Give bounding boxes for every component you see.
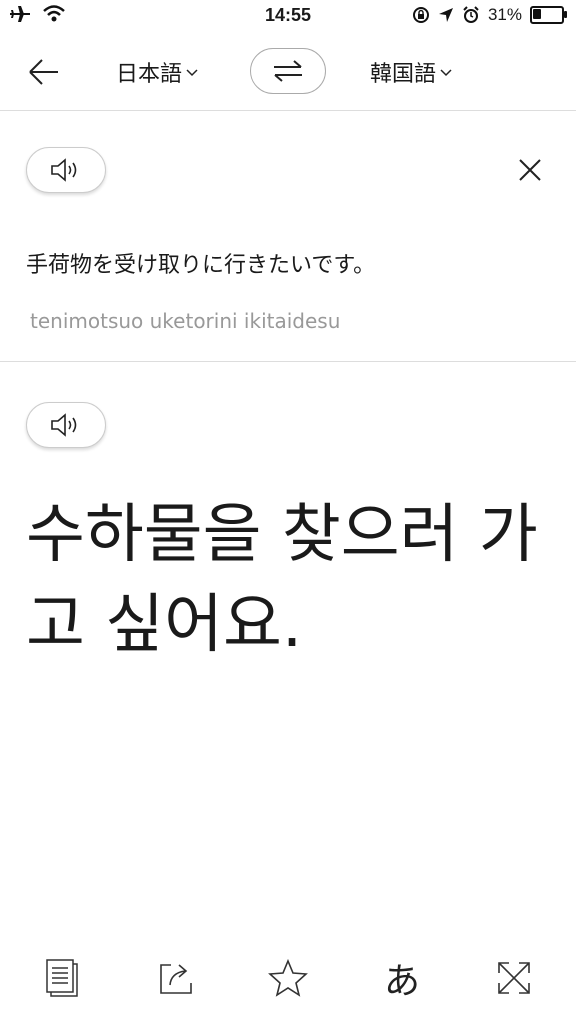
source-text: 手荷物を受け取りに行きたいです。: [26, 253, 376, 278]
hiragana-label: あ: [383, 961, 420, 1002]
location-icon: [438, 8, 453, 22]
target-language-label: 韓国語: [370, 62, 437, 87]
status-right: 31%: [412, 5, 567, 25]
copy-document-icon: [46, 959, 78, 997]
rotation-lock-icon: [412, 7, 429, 23]
swap-languages-button[interactable]: [250, 48, 326, 94]
battery-level: [533, 9, 541, 19]
target-language-selector[interactable]: 韓国語: [370, 56, 452, 88]
battery-icon: [530, 6, 567, 24]
copy-button[interactable]: [40, 956, 84, 1000]
chevron-down-icon: [440, 69, 452, 77]
hiragana-button[interactable]: あ: [380, 956, 424, 1002]
source-language-label: 日本語: [116, 62, 183, 87]
translation-text: 수하물을 찾으러 가고 싶어요.: [26, 498, 538, 662]
back-arrow-icon[interactable]: [24, 52, 64, 92]
source-panel: 手荷物を受け取りに行きたいです。 tenimotsuo uketorini ik…: [0, 111, 576, 362]
swap-icon: [274, 60, 302, 82]
fullscreen-button[interactable]: [492, 956, 536, 1000]
expand-icon: [498, 962, 530, 994]
speaker-icon: [51, 413, 77, 437]
chevron-down-icon: [186, 69, 198, 77]
favorite-button[interactable]: [266, 956, 310, 1000]
source-language-selector[interactable]: 日本語: [116, 56, 198, 88]
status-bar: 14:55 31%: [0, 0, 576, 34]
language-toolbar: 日本語 韓国語: [0, 34, 576, 111]
speaker-icon: [51, 158, 77, 182]
translation-speak-button[interactable]: [26, 402, 106, 448]
battery-percent: 31%: [487, 5, 522, 24]
star-icon: [268, 959, 308, 997]
share-icon: [160, 964, 192, 994]
translation-panel: 수하물을 찾으러 가고 싶어요.: [0, 362, 576, 942]
close-icon[interactable]: [516, 156, 544, 184]
alarm-icon: [463, 6, 479, 23]
source-speak-button[interactable]: [26, 147, 106, 193]
bottom-toolbar: あ: [0, 938, 576, 1024]
source-romanization: tenimotsuo uketorini ikitaidesu: [30, 309, 341, 333]
share-button[interactable]: [154, 956, 198, 1000]
